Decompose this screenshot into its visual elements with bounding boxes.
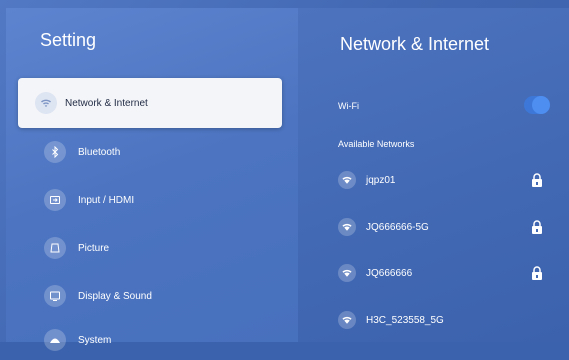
wifi-icon [338, 311, 356, 329]
wifi-icon [35, 92, 57, 114]
input-icon [44, 189, 66, 211]
network-panel-title: Network & Internet [340, 34, 490, 54]
menu-item-label: Bluetooth [78, 146, 121, 158]
menu-item-network-internet[interactable]: Network & Internet [18, 78, 282, 128]
display-icon [44, 285, 66, 307]
network-item-jq666666-5g[interactable]: JQ666666-5G [338, 217, 548, 237]
lock-icon [532, 220, 542, 234]
bluetooth-icon [44, 141, 66, 163]
available-networks-label: Available Networks [338, 139, 415, 149]
menu-item-input-hdmi[interactable]: Input / HDMI [18, 180, 282, 220]
menu-item-system[interactable]: System [18, 320, 282, 360]
menu-item-bluetooth[interactable]: Bluetooth [18, 132, 282, 172]
menu-item-label: Network & Internet [65, 97, 148, 109]
tv-settings-screen: Setting Network & Internet Network & Int… [0, 0, 569, 351]
network-item-jq666666[interactable]: JQ666666 [338, 263, 548, 283]
wifi-icon [338, 171, 356, 189]
menu-item-label: Picture [78, 242, 110, 254]
lock-icon [532, 266, 542, 280]
network-ssid: jqpz01 [366, 174, 396, 186]
network-item-jqpz01[interactable]: jqpz01 [338, 170, 548, 190]
network-ssid: H3C_523558_5G [366, 314, 444, 326]
lock-icon [532, 173, 542, 187]
network-ssid: JQ666666 [366, 267, 413, 279]
wifi-label: Wi-Fi [338, 101, 359, 111]
wifi-toggle[interactable] [524, 96, 550, 114]
toggle-knob [532, 96, 550, 114]
menu-item-label: Display & Sound [78, 290, 152, 302]
network-item-h3c-523558-5g[interactable]: H3C_523558_5G [338, 310, 548, 330]
picture-icon [44, 237, 66, 259]
menu-item-picture[interactable]: Picture [18, 228, 282, 268]
menu-item-label: Input / HDMI [78, 194, 135, 206]
wifi-icon [338, 264, 356, 282]
settings-title: Setting [40, 30, 97, 50]
menu-item-label: System [78, 334, 112, 346]
wifi-icon [338, 218, 356, 236]
network-ssid: JQ666666-5G [366, 221, 429, 233]
system-icon [44, 329, 66, 351]
menu-item-display-sound[interactable]: Display & Sound [18, 276, 282, 316]
